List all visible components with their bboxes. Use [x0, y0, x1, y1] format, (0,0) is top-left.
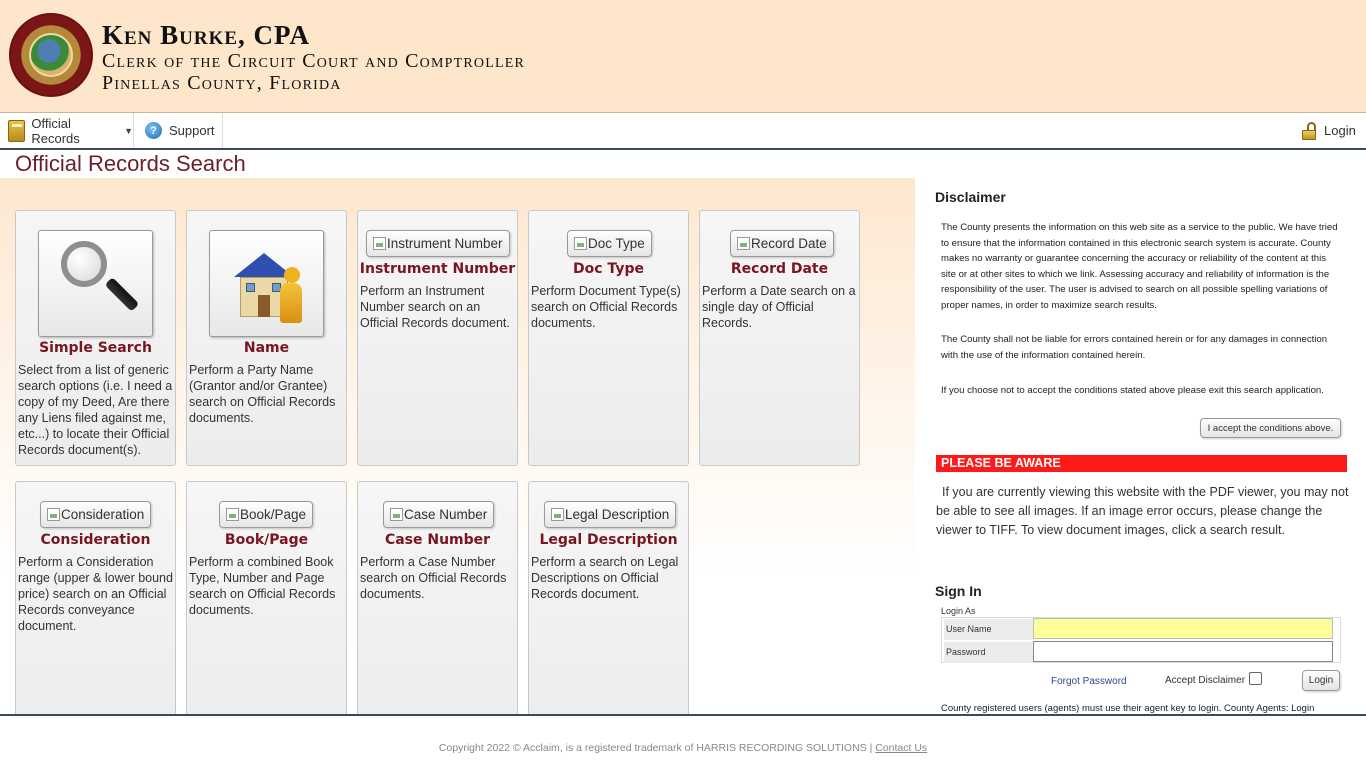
nav-support-label: Support — [169, 123, 215, 138]
sign-in-title: Sign In — [935, 583, 982, 599]
tile-simple-search: Simple Search Select from a list of gene… — [15, 210, 176, 466]
login-button[interactable]: Login — [1302, 670, 1340, 691]
clerk-name: Ken Burke, CPA — [102, 20, 311, 50]
name-search-image-button[interactable] — [209, 230, 324, 337]
broken-image-icon — [47, 508, 60, 521]
lock-icon — [1302, 121, 1318, 140]
button-label: Instrument Number — [387, 236, 503, 251]
nav-login-label: Login — [1324, 123, 1356, 138]
tile-title: Instrument Number — [359, 261, 516, 277]
button-label: Book/Page — [240, 507, 307, 522]
tile-record-date: Record Date Record Date Perform a Date s… — [699, 210, 860, 466]
tile-title: Name — [243, 340, 290, 356]
nav-official-records-menu[interactable]: Official Records ▼ — [8, 113, 134, 148]
site-footer: Copyright 2022 © Acclaim, is a registere… — [0, 714, 1366, 768]
tile-title: Case Number — [384, 532, 491, 548]
records-folder-icon — [8, 119, 26, 142]
disclaimer-paragraph-2: The County shall not be liable for error… — [941, 334, 1328, 361]
clerk-office: Clerk of the Circuit Court and Comptroll… — [102, 50, 526, 72]
book-page-button[interactable]: Book/Page — [219, 501, 314, 528]
help-icon: ? — [145, 122, 162, 139]
county-seal-logo — [9, 13, 93, 97]
footer-text: Copyright 2022 © Acclaim, is a registere… — [0, 742, 1366, 754]
accept-disclaimer-label: Accept Disclaimer — [1165, 675, 1246, 686]
disclaimer-title: Disclaimer — [935, 189, 1006, 205]
tile-title: Doc Type — [573, 261, 644, 277]
accept-disclaimer-control: Accept Disclaimer — [1165, 672, 1263, 686]
nav-support[interactable]: ? Support — [145, 113, 223, 148]
broken-image-icon — [390, 508, 403, 521]
accept-conditions-button[interactable]: I accept the conditions above. — [1200, 418, 1341, 438]
tile-book-page: Book/Page Book/Page Perform a combined B… — [186, 481, 347, 737]
doc-type-button[interactable]: Doc Type — [567, 230, 652, 257]
right-panel: Disclaimer The County presents the infor… — [916, 178, 1366, 714]
tile-instrument-number: Instrument Number Instrument Number Perf… — [357, 210, 518, 466]
main-navbar: Official Records ▼ ? Support Login — [0, 113, 1366, 150]
button-label: Record Date — [751, 236, 827, 251]
consideration-button[interactable]: Consideration — [40, 501, 152, 528]
county-name: Pinellas County, Florida — [102, 72, 342, 94]
record-date-button[interactable]: Record Date — [730, 230, 834, 257]
button-label: Consideration — [61, 507, 145, 522]
password-field[interactable] — [1033, 641, 1333, 662]
nav-official-records-label: Official Records — [31, 115, 80, 146]
case-number-button[interactable]: Case Number — [383, 501, 495, 528]
tile-case-number: Case Number Case Number Perform a Case N… — [357, 481, 518, 737]
tile-description: Perform a Date search on a single day of… — [702, 284, 856, 330]
tile-description: Perform Document Type(s) search on Offic… — [531, 284, 681, 330]
disclaimer-paragraph-1: The County presents the information on t… — [941, 222, 1338, 311]
button-label: Case Number — [404, 507, 488, 522]
tile-description: Perform a Consideration range (upper & l… — [18, 555, 173, 633]
username-label: User Name — [944, 619, 1033, 640]
site-header: Ken Burke, CPA Clerk of the Circuit Cour… — [0, 0, 1366, 113]
tile-doc-type: Doc Type Doc Type Perform Document Type(… — [528, 210, 689, 466]
button-label: Legal Description — [565, 507, 670, 522]
nav-login[interactable]: Login — [1302, 113, 1366, 148]
broken-image-icon — [737, 237, 750, 250]
tile-title: Consideration — [40, 532, 151, 548]
username-field[interactable] — [1033, 618, 1333, 639]
broken-image-icon — [226, 508, 239, 521]
tile-description: Perform a search on Legal Descriptions o… — [531, 555, 679, 601]
broken-image-icon — [551, 508, 564, 521]
magnifier-icon — [61, 241, 140, 326]
tile-name-search: Name Perform a Party Name (Grantor and/o… — [186, 210, 347, 466]
button-label: Doc Type — [588, 236, 645, 251]
accept-disclaimer-checkbox[interactable] — [1249, 672, 1263, 685]
tile-description: Perform a Case Number search on Official… — [360, 555, 507, 601]
tile-description: Perform an Instrument Number search on a… — [360, 284, 510, 330]
chevron-down-icon: ▼ — [124, 125, 133, 136]
password-label: Password — [944, 642, 1033, 663]
instrument-number-button[interactable]: Instrument Number — [366, 230, 510, 257]
please-be-aware-banner: PLEASE BE AWARE — [936, 455, 1347, 472]
broken-image-icon — [574, 237, 587, 250]
tile-title: Record Date — [730, 261, 829, 277]
tile-description: Perform a Party Name (Grantor and/or Gra… — [189, 363, 336, 425]
broken-image-icon — [373, 237, 386, 250]
disclaimer-paragraph-3: If you choose not to accept the conditio… — [941, 385, 1324, 396]
page-title: Official Records Search — [15, 151, 246, 176]
forgot-password-link[interactable]: Forgot Password — [1051, 676, 1127, 687]
tile-title: Book/Page — [224, 532, 309, 548]
tile-legal-description: Legal Description Legal Description Perf… — [528, 481, 689, 737]
simple-search-image-button[interactable] — [38, 230, 153, 337]
login-form: User Name Password — [941, 617, 1341, 663]
agent-login-note: County registered users (agents) must us… — [941, 703, 1315, 714]
please-be-aware-text: If you are currently viewing this websit… — [936, 485, 1349, 537]
search-options-area: Simple Search Select from a list of gene… — [0, 178, 915, 737]
tile-description: Select from a list of generic search opt… — [18, 363, 173, 457]
house-person-icon — [232, 247, 304, 327]
contact-us-link[interactable]: Contact Us — [875, 742, 927, 754]
copyright-text: Copyright 2022 © Acclaim, is a registere… — [438, 742, 876, 754]
tile-title: Legal Description — [539, 532, 678, 548]
tile-title: Simple Search — [39, 340, 152, 356]
tile-description: Perform a combined Book Type, Number and… — [189, 555, 336, 617]
tile-consideration: Consideration Consideration Perform a Co… — [15, 481, 176, 737]
header-title-block: Ken Burke, CPA Clerk of the Circuit Cour… — [102, 20, 525, 94]
login-as-label: Login As — [941, 606, 976, 616]
legal-description-button[interactable]: Legal Description — [544, 501, 677, 528]
